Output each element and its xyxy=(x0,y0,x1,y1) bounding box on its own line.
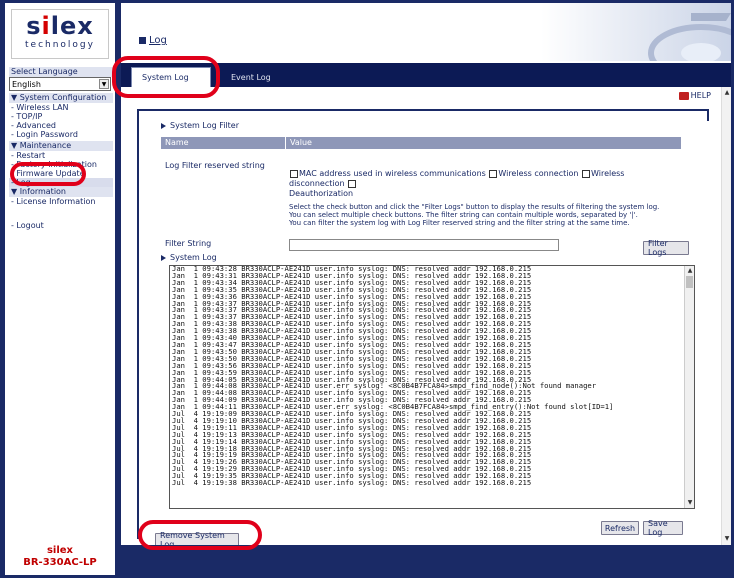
language-select[interactable]: English ▼ xyxy=(9,77,111,91)
product-name: silex BR-330AC-LP xyxy=(5,545,115,569)
main-panel: Log System Log Event Log HELP System Log… xyxy=(120,2,732,576)
scroll-up-icon[interactable]: ▲ xyxy=(685,267,694,275)
page-scrollbar[interactable]: ▲ ▼ xyxy=(721,87,731,545)
filter-logs-button[interactable]: Filter Logs xyxy=(643,239,689,257)
product-model: BR-330AC-LP xyxy=(23,557,97,568)
reserved-string-options: MAC address used in wireless communicati… xyxy=(285,161,681,227)
system-log-section-label: System Log xyxy=(161,253,217,262)
filter-string-input[interactable] xyxy=(289,239,559,251)
logout-section: - Logout xyxy=(9,221,113,230)
section-arrow-icon xyxy=(161,122,166,129)
col-name-header: Name xyxy=(165,138,189,147)
sidebar-item-wireless-lan[interactable]: - Wireless LAN xyxy=(9,103,113,112)
log-title-icon xyxy=(139,37,146,44)
cb-wireless-connection[interactable] xyxy=(489,169,498,178)
system-config-title: ▼ System Configuration xyxy=(9,93,113,103)
filter-table: Name Value Log Filter reserved string MA… xyxy=(161,137,681,251)
log-scroll-thumb[interactable] xyxy=(686,276,693,288)
language-section: Select Language English ▼ xyxy=(9,67,113,91)
maintenance-section: ▼ Maintenance - Restart - Factory Initia… xyxy=(9,141,113,187)
tab-bar: System Log Event Log xyxy=(121,63,731,87)
refresh-button[interactable]: Refresh xyxy=(601,521,639,535)
section-arrow-icon xyxy=(161,254,166,261)
filter-desc-1: Select the check button and click the "F… xyxy=(289,203,660,211)
help-label: HELP xyxy=(690,91,711,100)
remove-system-log-button[interactable]: Remove System Log xyxy=(155,531,239,545)
header-banner: Log xyxy=(121,3,731,61)
filter-string-label: Filter String xyxy=(165,239,212,248)
logo-subtitle: technology xyxy=(25,40,95,50)
cb-deauthorization[interactable] xyxy=(348,179,357,188)
page-title-text: Log xyxy=(149,35,167,46)
information-title: ▼ Information xyxy=(9,187,113,197)
language-value: English xyxy=(12,79,41,89)
dropdown-arrow-icon: ▼ xyxy=(99,79,109,89)
sidebar-item-tcpip[interactable]: - TOP/IP xyxy=(9,112,113,121)
filter-section-label: System Log Filter xyxy=(161,121,239,130)
reserved-string-label: Log Filter reserved string xyxy=(165,161,265,170)
maintenance-title: ▼ Maintenance xyxy=(9,141,113,151)
sidebar-item-logout[interactable]: - Logout xyxy=(9,221,113,230)
page-title: Log xyxy=(139,35,167,46)
footer-bar xyxy=(121,545,731,575)
cb-mac-address-label: MAC address used in wireless communicati… xyxy=(299,169,486,178)
cb-deauthorization-label: Deauthorization xyxy=(289,189,354,198)
system-log-textarea[interactable]: Jan 1 09:43:28 BR330ACLP-AE241D user.inf… xyxy=(169,265,695,509)
sidebar: silex technology Select Language English… xyxy=(4,2,116,576)
header-swoosh-graphic xyxy=(541,3,731,61)
content-frame-corner xyxy=(689,109,709,121)
cb-wireless-connection-label: Wireless connection xyxy=(498,169,579,178)
save-log-button[interactable]: Save Log xyxy=(643,519,683,537)
sidebar-item-log[interactable]: - Log xyxy=(9,178,113,187)
help-icon xyxy=(678,91,689,100)
cb-mac-address[interactable] xyxy=(290,169,298,178)
select-language-label: Select Language xyxy=(9,67,113,77)
tab-event-log[interactable]: Event Log xyxy=(221,67,281,87)
filter-desc-2: You can select multiple check buttons. T… xyxy=(289,211,638,219)
col-value-header: Value xyxy=(285,137,681,149)
log-scrollbar[interactable]: ▲ ▼ xyxy=(684,266,694,508)
log-line: Jul 4 19:19:38 BR330ACLP-AE241D user.inf… xyxy=(172,478,532,488)
sidebar-item-login-password[interactable]: - Login Password xyxy=(9,130,113,139)
reserved-string-row: Log Filter reserved string MAC address u… xyxy=(161,161,681,227)
filter-desc-3: You can filter the system log with Log F… xyxy=(289,219,630,227)
sidebar-item-license[interactable]: - License Information xyxy=(9,197,113,206)
logo-letter-i: i xyxy=(41,12,51,40)
system-config-section: ▼ System Configuration - Wireless LAN - … xyxy=(9,93,113,139)
filter-string-row: Filter String xyxy=(161,239,681,251)
logo-letters-lex: lex xyxy=(50,12,94,40)
product-brand: silex xyxy=(46,545,74,556)
tab-system-log[interactable]: System Log xyxy=(131,67,211,87)
filter-section-text: System Log Filter xyxy=(170,121,240,130)
silex-logo: silex technology xyxy=(11,9,109,59)
sidebar-item-firmware-update[interactable]: - Firmware Update xyxy=(9,169,113,178)
sidebar-item-advanced[interactable]: - Advanced xyxy=(9,121,113,130)
logo-letter-s: s xyxy=(26,12,42,40)
system-log-lines: Jan 1 09:43:28 BR330ACLP-AE241D user.inf… xyxy=(172,266,613,487)
page-scroll-up-icon[interactable]: ▲ xyxy=(723,89,731,97)
content-area: HELP System Log Filter Name Value Log Fi… xyxy=(121,87,721,545)
sidebar-item-factory-init[interactable]: - Factory Initialization xyxy=(9,160,113,169)
filter-table-header: Name Value xyxy=(161,137,681,149)
sidebar-item-restart[interactable]: - Restart xyxy=(9,151,113,160)
app-root: silex technology Select Language English… xyxy=(0,0,734,578)
system-log-section-text: System Log xyxy=(170,253,217,262)
cb-wireless-disconnection[interactable] xyxy=(582,169,590,178)
page-scroll-down-icon[interactable]: ▼ xyxy=(723,535,731,543)
help-link[interactable]: HELP xyxy=(678,91,711,100)
information-section: ▼ Information - License Information xyxy=(9,187,113,206)
scroll-down-icon[interactable]: ▼ xyxy=(685,499,694,507)
